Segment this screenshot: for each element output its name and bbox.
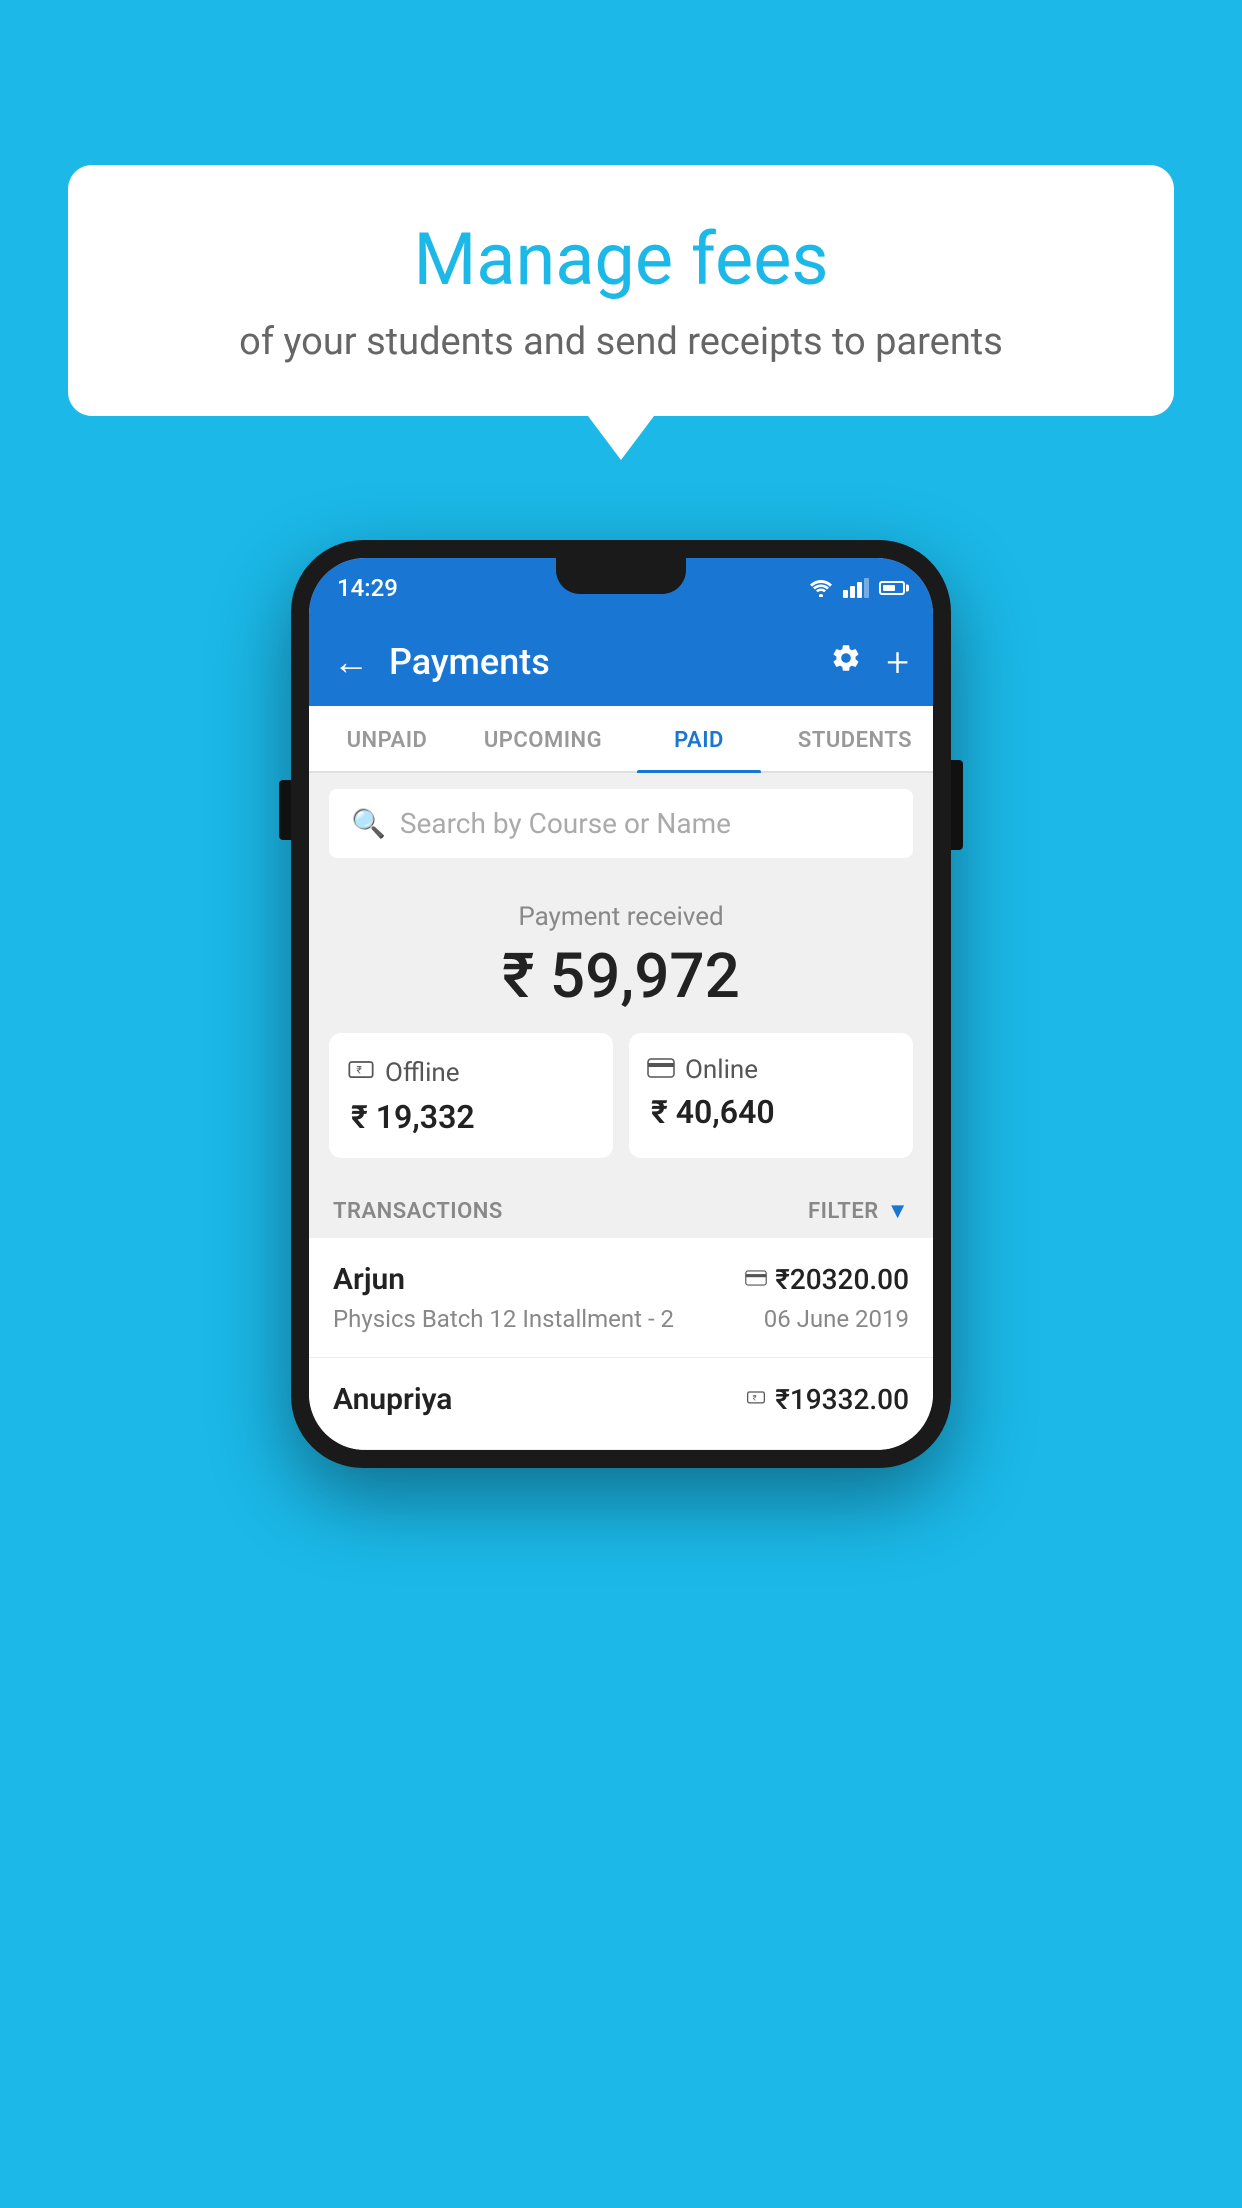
transaction-name: Arjun: [333, 1262, 405, 1297]
online-icon: [647, 1055, 675, 1085]
tab-unpaid[interactable]: UNPAID: [309, 706, 465, 771]
search-icon: 🔍: [351, 807, 386, 840]
bubble-subtitle: of your students and send receipts to pa…: [128, 320, 1114, 364]
transaction-row-bottom: Physics Batch 12 Installment - 2 06 June…: [333, 1305, 909, 1333]
transaction-date: 06 June 2019: [764, 1305, 909, 1333]
transaction-amount-2: ₹19332.00: [775, 1383, 909, 1416]
filter-label: FILTER: [808, 1199, 879, 1224]
app-bar: ← Payments +: [309, 618, 933, 706]
transaction-amount-wrapper-2: ₹ ₹19332.00: [745, 1383, 909, 1416]
offline-svg: ₹: [347, 1055, 375, 1083]
status-bar: 14:29: [309, 558, 933, 618]
transaction-type-icon-online: [745, 1267, 767, 1292]
offline-icon: ₹: [347, 1055, 375, 1090]
transactions-header: TRANSACTIONS FILTER ▼: [309, 1178, 933, 1238]
filter-button[interactable]: FILTER ▼: [808, 1198, 909, 1224]
tab-paid[interactable]: PAID: [621, 706, 777, 771]
back-button[interactable]: ←: [333, 641, 369, 683]
speech-bubble: Manage fees of your students and send re…: [68, 165, 1174, 416]
transaction-name-2: Anupriya: [333, 1382, 452, 1417]
tab-students[interactable]: STUDENTS: [777, 706, 933, 771]
transaction-amount: ₹20320.00: [775, 1263, 909, 1296]
transaction-list: Arjun ₹20320.00: [309, 1238, 933, 1450]
battery-icon: [879, 581, 905, 595]
offline-label: Offline: [385, 1058, 460, 1088]
online-payment-icon: [745, 1270, 767, 1286]
transaction-row-top: Arjun ₹20320.00: [333, 1262, 909, 1297]
offline-card-header: ₹ Offline: [347, 1055, 595, 1090]
transaction-item-anupriya[interactable]: Anupriya ₹ ₹19332.00: [309, 1358, 933, 1450]
signal-icon: [843, 578, 869, 598]
add-icon[interactable]: +: [886, 639, 909, 686]
app-bar-title: Payments: [389, 641, 810, 683]
online-card-header: Online: [647, 1055, 895, 1085]
svg-text:₹: ₹: [356, 1064, 362, 1077]
phone-mockup: 14:29: [291, 540, 951, 1468]
phone-outer: 14:29: [291, 540, 951, 1468]
wifi-icon: [809, 579, 833, 597]
transaction-item-arjun[interactable]: Arjun ₹20320.00: [309, 1238, 933, 1358]
offline-payment-icon: ₹: [745, 1387, 767, 1407]
bubble-title: Manage fees: [128, 217, 1114, 302]
tab-upcoming[interactable]: UPCOMING: [465, 706, 621, 771]
phone-notch: [556, 558, 686, 594]
search-input[interactable]: Search by Course or Name: [400, 807, 731, 840]
gear-svg: [830, 642, 862, 674]
payment-summary: Payment received ₹ 59,972 ₹: [309, 874, 933, 1178]
transactions-label: TRANSACTIONS: [333, 1199, 503, 1224]
search-container: 🔍 Search by Course or Name: [309, 773, 933, 874]
status-icons: [809, 578, 905, 598]
transaction-amount-wrapper: ₹20320.00: [745, 1263, 909, 1296]
payment-received-label: Payment received: [329, 902, 913, 932]
search-box[interactable]: 🔍 Search by Course or Name: [329, 789, 913, 858]
card-svg: [647, 1058, 675, 1078]
offline-card: ₹ Offline ₹ 19,332: [329, 1033, 613, 1158]
filter-icon: ▼: [887, 1198, 909, 1224]
payment-total-amount: ₹ 59,972: [329, 940, 913, 1013]
tabs-bar: UNPAID UPCOMING PAID STUDENTS: [309, 706, 933, 773]
online-amount: ₹ 40,640: [647, 1093, 895, 1131]
transaction-course: Physics Batch 12 Installment - 2: [333, 1305, 674, 1333]
svg-text:₹: ₹: [753, 1393, 757, 1402]
phone-screen: 14:29: [309, 558, 933, 1450]
online-card: Online ₹ 40,640: [629, 1033, 913, 1158]
app-bar-actions: +: [830, 639, 909, 686]
offline-amount: ₹ 19,332: [347, 1098, 595, 1136]
settings-icon[interactable]: [830, 642, 862, 682]
online-label: Online: [685, 1055, 758, 1085]
transaction-type-icon-offline: ₹: [745, 1387, 767, 1413]
payment-cards: ₹ Offline ₹ 19,332: [329, 1033, 913, 1158]
transaction-row-top-2: Anupriya ₹ ₹19332.00: [333, 1382, 909, 1417]
status-time: 14:29: [337, 574, 398, 602]
